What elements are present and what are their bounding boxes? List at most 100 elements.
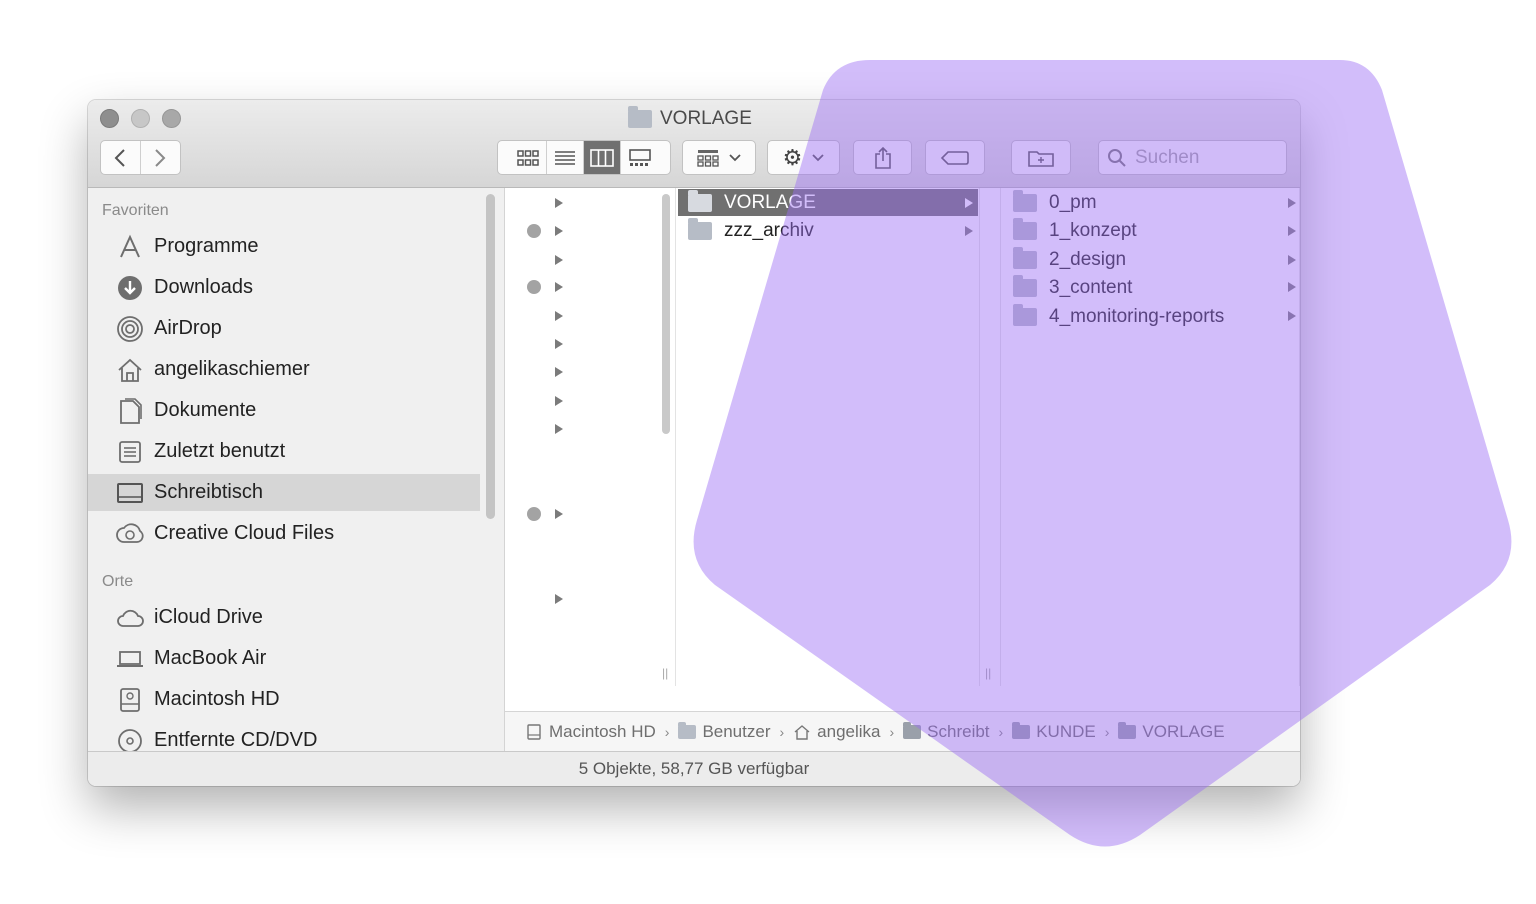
sidebar-item-label: iCloud Drive: [154, 606, 263, 628]
list-item[interactable]: 3_content: [1003, 274, 1300, 301]
column-resize-handle[interactable]: ||: [662, 666, 668, 680]
group-by-button[interactable]: [682, 140, 756, 175]
list-item[interactable]: 2_design: [1003, 246, 1300, 273]
sidebar-item-schreibtisch[interactable]: Schreibtisch: [88, 474, 480, 511]
column-view-button[interactable]: [584, 141, 621, 174]
sidebar-item-label: AirDrop: [154, 317, 222, 339]
share-icon: [874, 146, 891, 169]
nav-buttons: [100, 140, 181, 175]
status-text: 5 Objekte, 58,77 GB verfügbar: [578, 759, 810, 778]
sidebar-item-remote-disc[interactable]: Entfernte CD/DVD: [88, 722, 480, 751]
search-icon: [1108, 148, 1126, 167]
path-item-benutzer[interactable]: Benutzer: [678, 721, 771, 742]
path-item-home[interactable]: angelika: [793, 722, 880, 742]
list-view-button[interactable]: [547, 141, 584, 174]
window-title-label: VORLAGE: [660, 108, 752, 129]
finder-window: VORLAGE ⚙ Suchen Favoriten Programme Dow…: [88, 100, 1300, 786]
column-scrollbar[interactable]: [662, 194, 670, 434]
path-item-macintosh-hd[interactable]: Macintosh HD: [525, 722, 656, 742]
tag-dot-icon: [527, 507, 541, 521]
column-view-icon: [590, 148, 614, 167]
grid-view-icon: [517, 149, 539, 166]
chevron-right-icon: ›: [664, 723, 670, 740]
list-item[interactable]: 4_monitoring-reports: [1003, 303, 1300, 330]
list-item[interactable]: 1_konzept: [1003, 217, 1300, 244]
column-divider[interactable]: [675, 188, 676, 686]
disclosure-arrow-icon: [555, 226, 563, 236]
path-item-kunde[interactable]: KUNDE: [1012, 721, 1096, 742]
sidebar-item-macintosh-hd[interactable]: Macintosh HD: [88, 681, 480, 718]
sidebar-item-home[interactable]: angelikaschiemer: [88, 351, 480, 388]
sidebar-item-creative-cloud[interactable]: Creative Cloud Files: [88, 515, 480, 552]
folder-icon: [1013, 274, 1037, 297]
path-item-label: VORLAGE: [1142, 721, 1225, 741]
chevron-right-icon: [155, 148, 166, 167]
titlebar: VORLAGE ⚙ Suchen: [88, 100, 1300, 188]
gallery-view-button[interactable]: [621, 141, 658, 174]
disclosure-arrow-icon: [555, 198, 563, 208]
share-button[interactable]: [853, 140, 912, 175]
disclosure-arrow-icon: [555, 282, 563, 292]
view-mode-segment: [497, 140, 671, 175]
list-item[interactable]: VORLAGE: [678, 189, 978, 216]
harddisk-icon: [116, 686, 144, 714]
back-button[interactable]: [101, 141, 141, 174]
status-bar: 5 Objekte, 58,77 GB verfügbar: [88, 751, 1300, 786]
sidebar-item-label: Creative Cloud Files: [154, 522, 335, 544]
sidebar-item-zuletzt[interactable]: Zuletzt benutzt: [88, 433, 480, 470]
forward-button[interactable]: [141, 141, 181, 174]
list-view-icon: [555, 150, 575, 165]
sidebar-item-icloud[interactable]: iCloud Drive: [88, 599, 480, 636]
minimize-window-button[interactable]: [131, 109, 150, 128]
path-item-label: KUNDE: [1036, 721, 1096, 741]
sidebar: Favoriten Programme Downloads AirDrop an…: [88, 188, 505, 751]
action-menu-button[interactable]: ⚙: [767, 140, 840, 175]
documents-icon: [116, 397, 144, 425]
creative-cloud-icon: [116, 520, 144, 548]
disclosure-arrow-icon: [555, 424, 563, 434]
folder-icon: [1013, 303, 1037, 326]
path-item-vorlage[interactable]: VORLAGE: [1118, 721, 1225, 742]
tags-button[interactable]: [925, 140, 985, 175]
folder-icon: [1012, 721, 1031, 739]
column-divider[interactable]: [979, 188, 980, 686]
disclosure-arrow-icon: [1288, 282, 1296, 292]
sidebar-item-airdrop[interactable]: AirDrop: [88, 310, 480, 347]
disclosure-arrow-icon: [965, 198, 973, 208]
sidebar-item-macbook[interactable]: MacBook Air: [88, 640, 480, 677]
sidebar-item-programme[interactable]: Programme: [88, 228, 480, 265]
sidebar-item-dokumente[interactable]: Dokumente: [88, 392, 480, 429]
new-folder-button[interactable]: [1011, 140, 1071, 175]
tag-dot-icon: [527, 224, 541, 238]
column-resize-handle[interactable]: ||: [985, 666, 991, 680]
folder-icon: [688, 189, 712, 212]
harddisk-icon: [525, 723, 543, 740]
disclosure-arrow-icon: [555, 509, 563, 519]
disclosure-arrow-icon: [1288, 311, 1296, 321]
path-item-schreibtisch[interactable]: Schreibt: [903, 721, 990, 742]
disclosure-arrow-icon: [1288, 198, 1296, 208]
path-item-label: Schreibt: [927, 721, 990, 741]
column-divider[interactable]: [1299, 188, 1300, 686]
sidebar-scrollbar[interactable]: [486, 194, 495, 519]
grid-view-button[interactable]: [510, 141, 547, 174]
folder-name: 2_design: [1049, 248, 1127, 270]
list-item[interactable]: zzz_archiv: [678, 217, 978, 244]
folder-name: 3_content: [1049, 276, 1133, 298]
folder-name: VORLAGE: [724, 191, 816, 213]
close-window-button[interactable]: [100, 109, 119, 128]
path-item-label: Benutzer: [702, 721, 771, 741]
recents-icon: [116, 438, 144, 466]
sidebar-item-label: Entfernte CD/DVD: [154, 729, 318, 751]
cloud-icon: [116, 604, 144, 632]
tag-icon: [940, 150, 969, 165]
applications-icon: [116, 233, 144, 261]
search-field[interactable]: Suchen: [1098, 140, 1287, 175]
folder-icon: [903, 721, 922, 739]
folder-icon: [1013, 189, 1037, 212]
chevron-down-icon: [812, 153, 824, 161]
sidebar-item-downloads[interactable]: Downloads: [88, 269, 480, 306]
list-item[interactable]: 0_pm: [1003, 189, 1300, 216]
column-divider[interactable]: [1000, 188, 1001, 686]
zoom-window-button[interactable]: [162, 109, 181, 128]
